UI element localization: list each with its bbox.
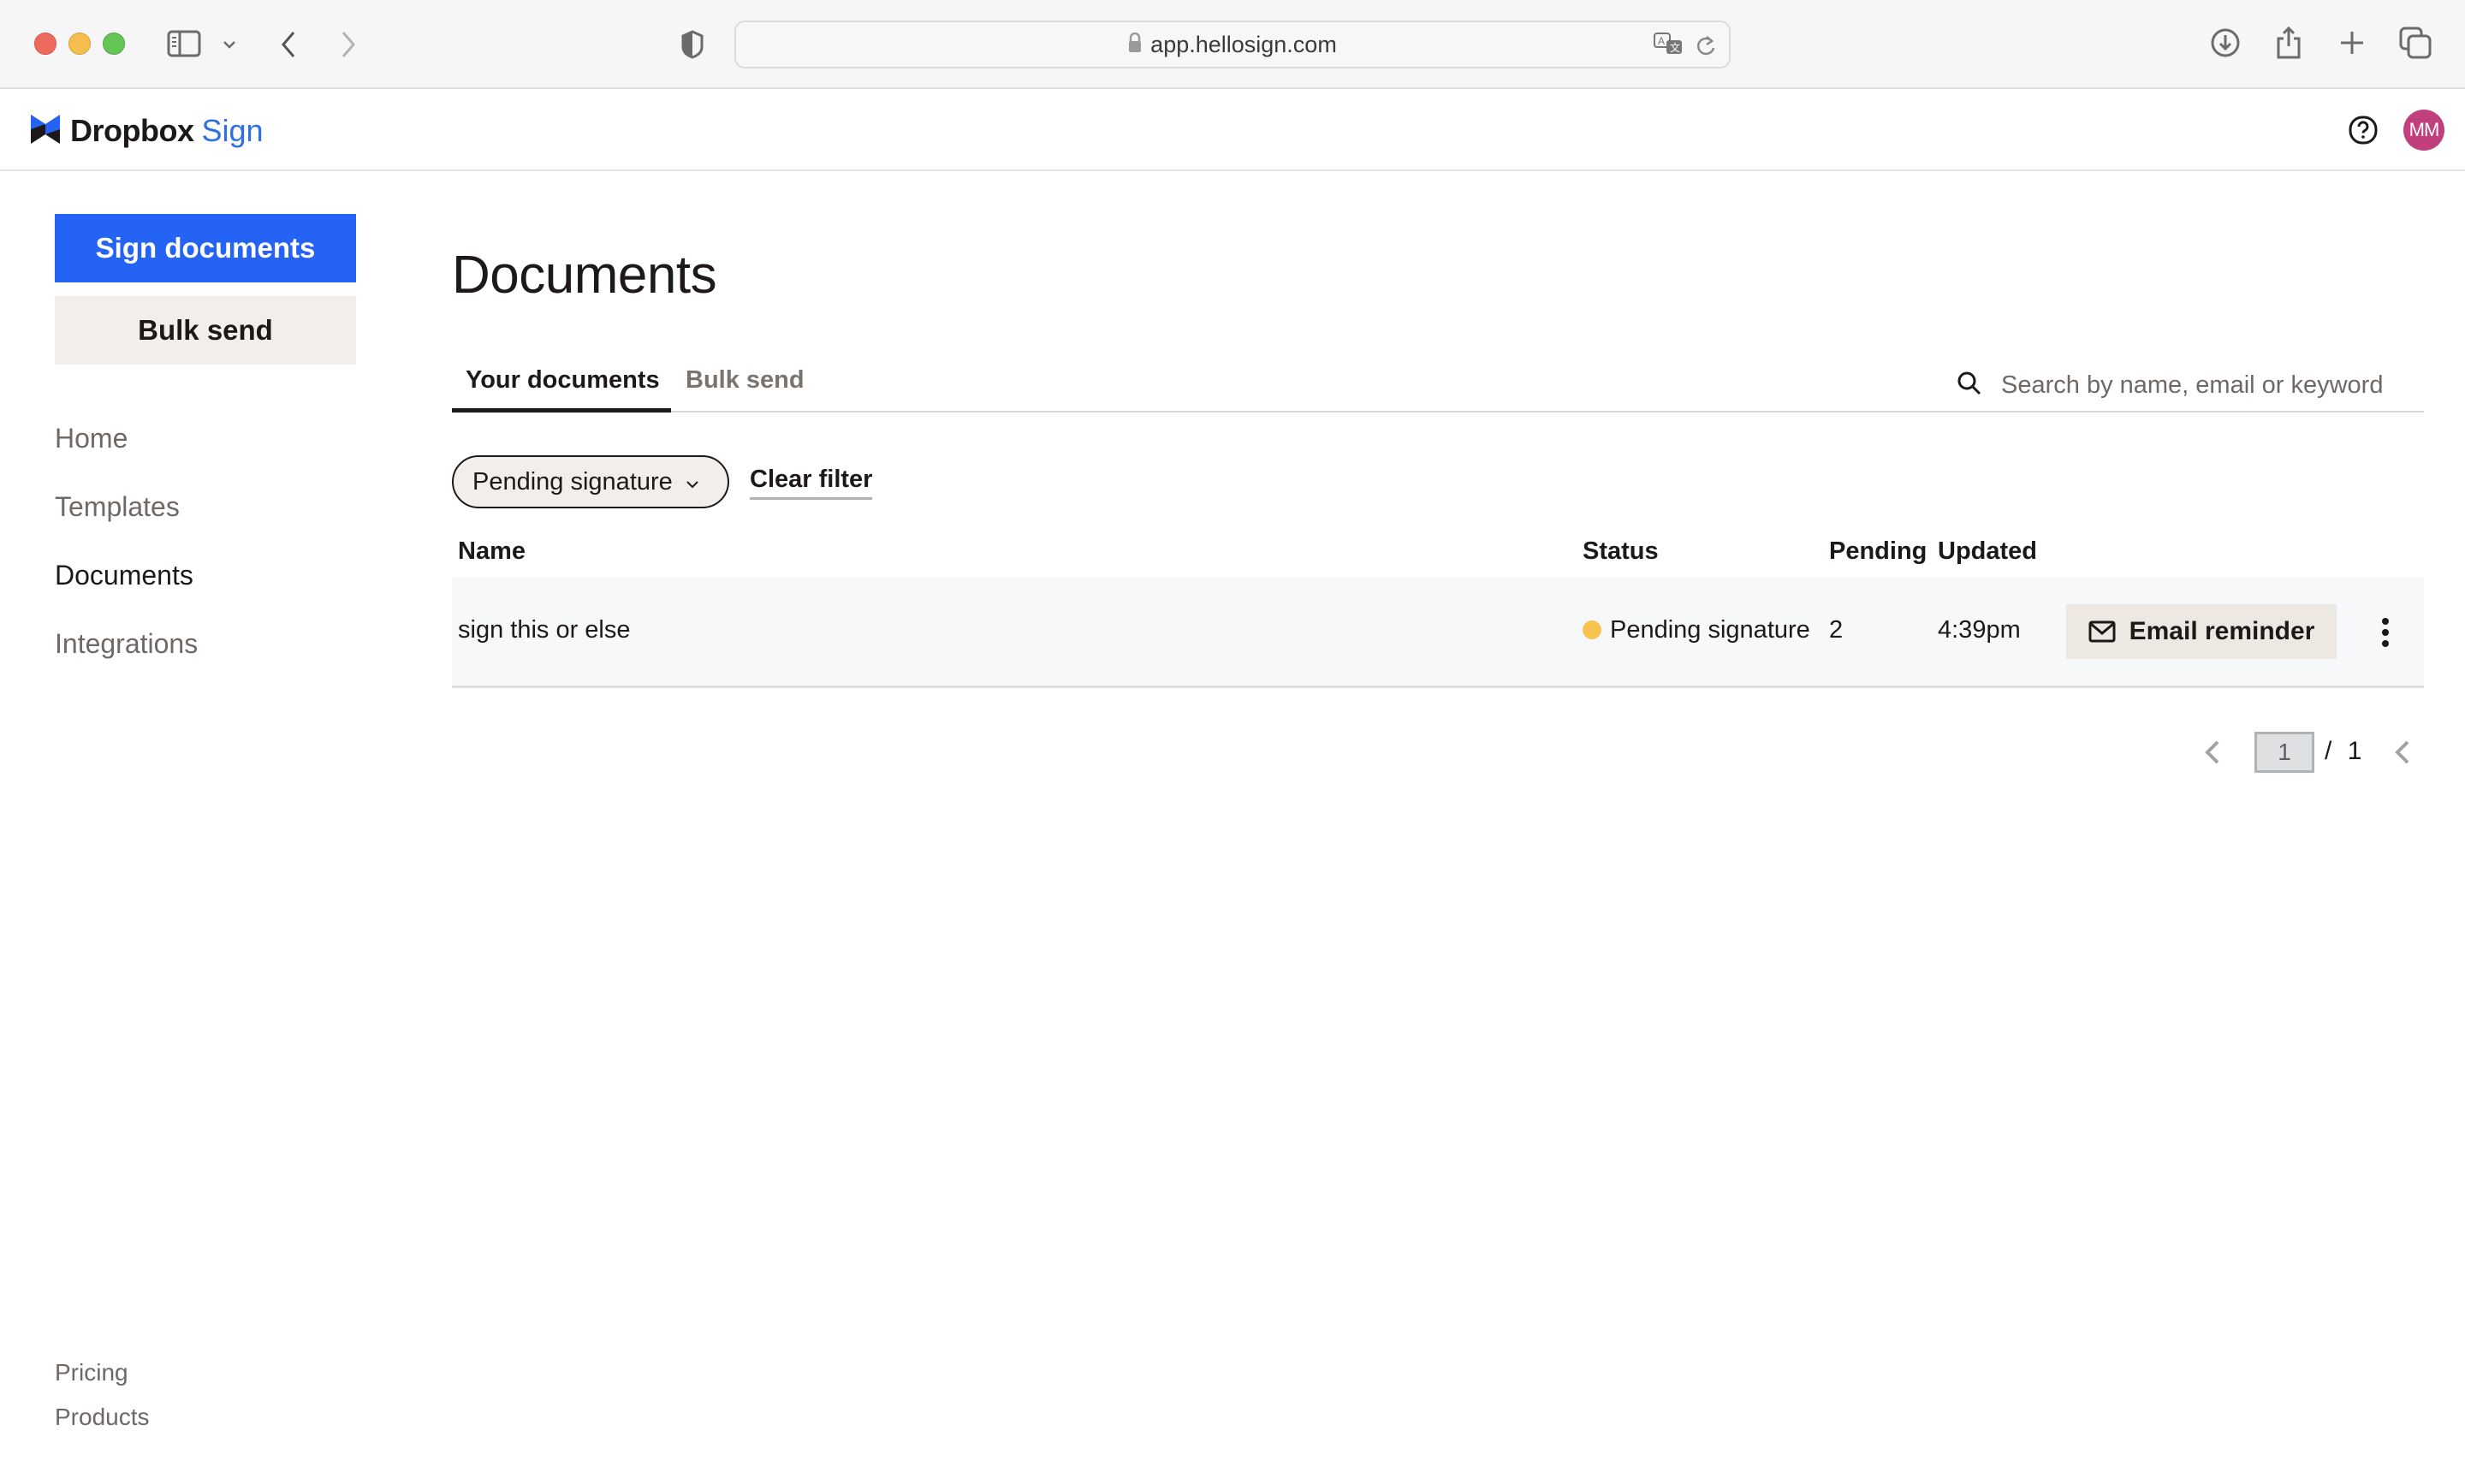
page-number-input[interactable]: 1 — [2254, 732, 2314, 773]
sidebar-item-templates[interactable]: Templates — [55, 491, 180, 523]
page-title: Documents — [452, 246, 717, 305]
logo-text-sign: Sign — [201, 113, 264, 148]
footer-link-pricing[interactable]: Pricing — [55, 1359, 128, 1386]
table-row[interactable]: sign this or else Pending signature 2 4:… — [452, 577, 2424, 688]
reload-icon[interactable] — [1695, 33, 1717, 62]
avatar[interactable]: MM — [2403, 110, 2444, 151]
search-icon — [1957, 371, 1982, 401]
sidebar-toggle-icon[interactable] — [166, 29, 202, 58]
tab-your-documents[interactable]: Your documents — [452, 366, 671, 413]
close-window-button[interactable] — [34, 33, 56, 55]
search-field — [1957, 363, 2424, 407]
email-reminder-label: Email reminder — [2129, 617, 2315, 645]
status-filter-dropdown[interactable]: Pending signature — [452, 455, 729, 508]
help-icon[interactable] — [2348, 115, 2379, 150]
page-total: / 1 — [2325, 737, 2361, 766]
logo-text-dropbox: Dropbox — [70, 113, 194, 148]
page-separator: / — [2325, 737, 2332, 765]
sidebar-item-documents[interactable]: Documents — [55, 560, 193, 591]
status-badge: Pending signature — [1583, 616, 1810, 644]
browser-toolbar: app.hellosign.com A文 — [0, 0, 2465, 89]
footer-link-products[interactable]: Products — [55, 1404, 150, 1431]
chevron-down-icon — [685, 468, 700, 496]
zoom-window-button[interactable] — [103, 33, 125, 55]
status-text: Pending signature — [1610, 616, 1810, 644]
clear-filter-link[interactable]: Clear filter — [750, 466, 873, 500]
email-reminder-button[interactable]: Email reminder — [2066, 604, 2337, 659]
svg-text:文: 文 — [1670, 41, 1680, 54]
document-name[interactable]: sign this or else — [458, 616, 631, 644]
column-header-updated[interactable]: Updated — [1938, 537, 2037, 566]
svg-text:A: A — [1658, 35, 1665, 47]
lock-icon — [1128, 32, 1142, 57]
sign-documents-button[interactable]: Sign documents — [55, 214, 356, 282]
pending-count: 2 — [1829, 616, 1844, 644]
chevron-down-icon[interactable] — [219, 34, 240, 55]
minimize-window-button[interactable] — [68, 33, 91, 55]
new-tab-icon[interactable] — [2337, 27, 2367, 58]
app-header: Dropbox Sign MM — [0, 91, 2465, 171]
shield-icon[interactable] — [680, 27, 705, 62]
dropbox-sign-logo[interactable]: Dropbox Sign — [31, 113, 264, 149]
back-icon[interactable] — [276, 27, 301, 62]
tab-overview-icon[interactable] — [2398, 26, 2432, 60]
bulk-send-button[interactable]: Bulk send — [55, 296, 356, 365]
search-input[interactable] — [2001, 371, 2412, 400]
previous-page-icon[interactable] — [2203, 732, 2222, 773]
column-header-pending[interactable]: Pending — [1829, 537, 1927, 566]
status-dot-icon — [1583, 620, 1601, 639]
sidebar-item-home[interactable]: Home — [55, 423, 128, 454]
column-header-name[interactable]: Name — [458, 537, 526, 566]
page-total-count: 1 — [2347, 737, 2362, 765]
share-icon[interactable] — [2272, 24, 2306, 62]
download-icon[interactable] — [2208, 26, 2242, 60]
filter-selected-value: Pending signature — [472, 467, 673, 496]
url-text: app.hellosign.com — [1150, 31, 1337, 57]
forward-icon[interactable] — [336, 27, 361, 62]
more-options-icon[interactable] — [2373, 611, 2398, 654]
column-header-status[interactable]: Status — [1583, 537, 1659, 566]
sidebar-item-integrations[interactable]: Integrations — [55, 628, 198, 660]
tab-bulk-send[interactable]: Bulk send — [686, 366, 805, 413]
updated-time: 4:39pm — [1938, 616, 2021, 644]
next-page-icon[interactable] — [2393, 732, 2412, 773]
envelope-icon — [2088, 620, 2116, 643]
translate-icon[interactable]: A文 — [1654, 33, 1684, 62]
dropbox-sign-logo-icon — [31, 114, 60, 148]
address-bar[interactable]: app.hellosign.com A文 — [734, 21, 1731, 68]
